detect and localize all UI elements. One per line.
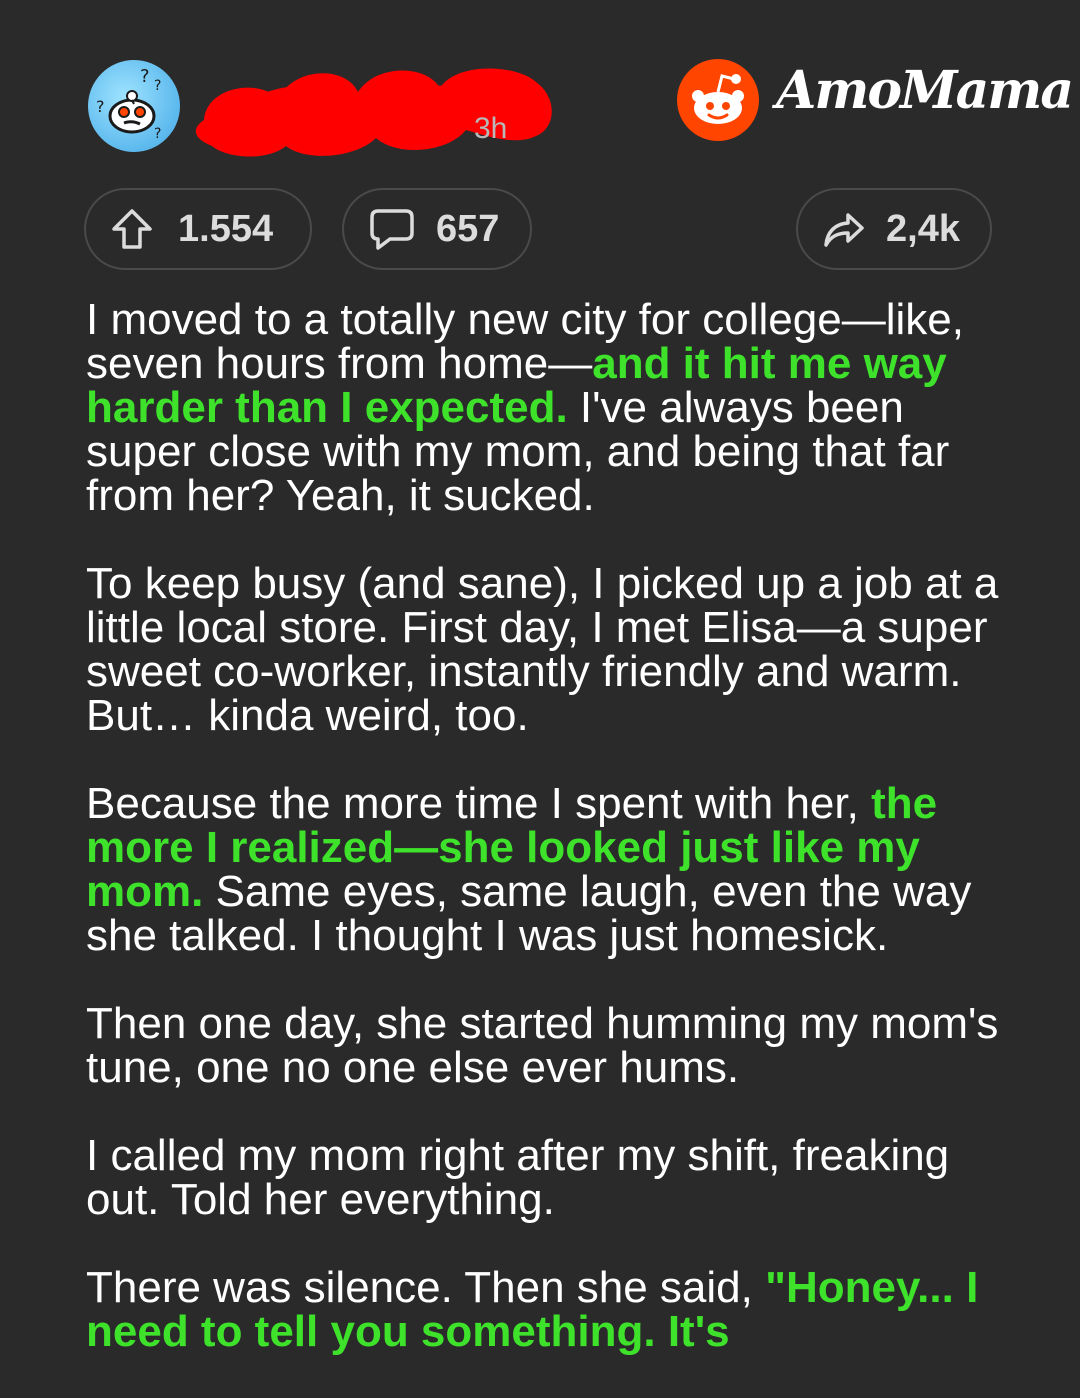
- comment-count: 657: [436, 207, 500, 250]
- story-text: To keep busy (and sane), I picked up a j…: [86, 559, 999, 740]
- story-paragraph: I called my mom right after my shift, fr…: [86, 1134, 1026, 1222]
- upvote-arrow-icon: [110, 207, 154, 251]
- story-text: Same eyes, same laugh, even the way she …: [86, 867, 972, 960]
- post-body: I moved to a totally new city for colleg…: [86, 298, 1026, 1398]
- story-text: I called my mom right after my shift, fr…: [86, 1131, 950, 1224]
- upvote-button[interactable]: 1.554: [84, 188, 312, 270]
- story-paragraph: Then one day, she started humming my mom…: [86, 1002, 1026, 1090]
- post-header: ? ? ? ? 3h AmoMama: [88, 58, 1074, 158]
- post-action-bar: 1.554 657 2,4k: [84, 188, 992, 274]
- story-paragraph: There was silence. Then she said, "Honey…: [86, 1266, 1026, 1354]
- redacted-username-scribble: [186, 58, 566, 168]
- reddit-logo-icon: [676, 58, 760, 142]
- brand-logo-text: AmoMama: [776, 60, 1074, 121]
- svg-text:?: ?: [140, 66, 150, 87]
- story-text: Because the more time I spent with her,: [86, 779, 872, 828]
- share-count: 2,4k: [886, 207, 960, 250]
- comment-bubble-icon: [368, 207, 416, 251]
- upvote-count: 1.554: [178, 207, 274, 250]
- comments-button[interactable]: 657: [342, 188, 532, 270]
- story-paragraph: I moved to a totally new city for colleg…: [86, 298, 1026, 518]
- story-paragraph: To keep busy (and sane), I picked up a j…: [86, 562, 1026, 738]
- svg-text:?: ?: [154, 78, 161, 94]
- share-arrow-icon: [822, 209, 866, 249]
- story-text: Then one day, she started humming my mom…: [86, 999, 999, 1092]
- user-avatar-icon[interactable]: ? ? ? ?: [88, 60, 180, 152]
- story-paragraph: Because the more time I spent with her, …: [86, 782, 1026, 958]
- story-text: There was silence. Then she said,: [86, 1263, 766, 1312]
- share-button[interactable]: 2,4k: [796, 188, 992, 270]
- svg-text:?: ?: [96, 97, 105, 116]
- svg-text:?: ?: [154, 126, 161, 142]
- post-timestamp: 3h: [474, 112, 508, 145]
